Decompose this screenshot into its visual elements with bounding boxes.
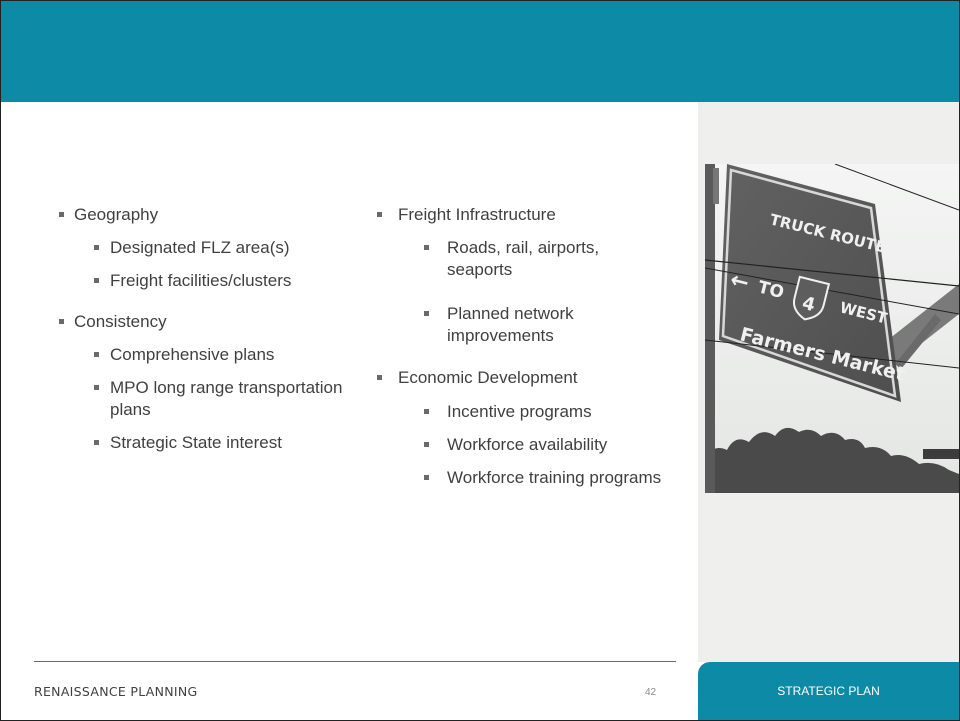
section-tab: STRATEGIC PLAN [698, 662, 959, 720]
title-bar [1, 1, 959, 102]
bullet-designated-flz: Designated FLZ area(s) [110, 238, 290, 257]
bullet-roads-rail-line-2: seaports [447, 260, 513, 279]
bullet-economic-development: Economic Development [398, 368, 578, 387]
page-number: 42 [645, 687, 657, 698]
bullet-marker [94, 440, 99, 445]
bullet-marker [424, 442, 429, 447]
bullet-marker [94, 245, 99, 250]
small-sign [713, 168, 719, 204]
footer-organization: RENAISSANCE PLANNING [34, 684, 198, 699]
bullet-workforce-training: Workforce training programs [447, 468, 662, 487]
bullet-marker [94, 352, 99, 357]
slide: TRUCK ROUTE ← TO 4 WEST Farmers Market G… [0, 0, 960, 721]
bullet-marker [424, 475, 429, 480]
bullet-freight-infrastructure: Freight Infrastructure [398, 205, 556, 224]
bullet-marker [424, 311, 429, 316]
bullet-freight-facilities: Freight facilities/clusters [110, 271, 292, 290]
bullet-workforce-availability: Workforce availability [447, 435, 608, 454]
bullet-geography: Geography [74, 205, 159, 224]
bullet-consistency: Consistency [74, 312, 167, 331]
footer-divider [34, 661, 676, 662]
bullet-mpo-plans-line-2: plans [110, 400, 151, 419]
bullet-marker [424, 409, 429, 414]
bullet-roads-rail-line-1: Roads, rail, airports, [447, 238, 600, 257]
bullet-marker [94, 278, 99, 283]
bullet-comprehensive-plans: Comprehensive plans [110, 345, 275, 364]
bullet-marker [377, 375, 382, 380]
bullet-marker [377, 212, 382, 217]
mast-arm [923, 449, 959, 459]
left-pole [705, 164, 715, 493]
truck-route-sign-photo: TRUCK ROUTE ← TO 4 WEST Farmers Market [705, 164, 959, 493]
bullet-marker [59, 319, 64, 324]
bullet-marker [424, 245, 429, 250]
truck-route-sign-image: TRUCK ROUTE ← TO 4 WEST Farmers Market [705, 164, 959, 493]
bullet-planned-network-line-1: Planned network [447, 304, 574, 323]
bullet-planned-network-line-2: improvements [447, 326, 554, 345]
section-label: STRATEGIC PLAN [777, 684, 880, 698]
bullet-mpo-plans-line-1: MPO long range transportation [110, 378, 343, 397]
bullet-marker [59, 212, 64, 217]
bullet-strategic-state-interest: Strategic State interest [110, 433, 282, 452]
bullet-marker [94, 385, 99, 390]
bullet-incentive-programs: Incentive programs [447, 402, 592, 421]
